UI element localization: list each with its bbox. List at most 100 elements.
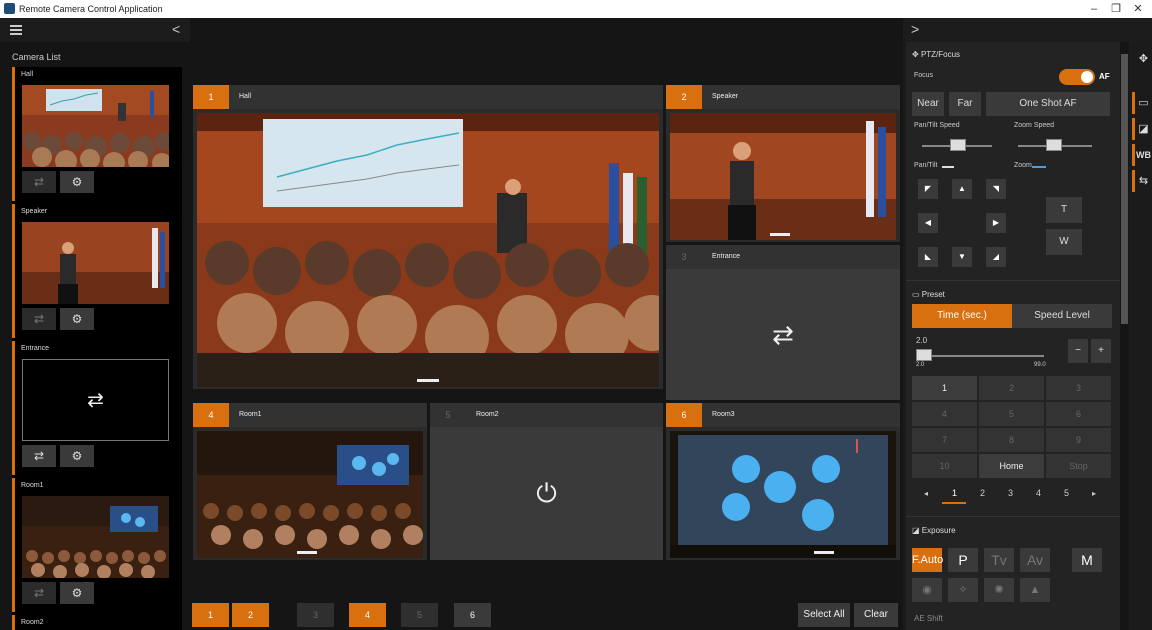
focus-near-button[interactable]: Near — [912, 92, 944, 116]
tile-number[interactable]: 3 — [666, 245, 702, 269]
settings-button[interactable]: ⚙ — [60, 308, 94, 330]
tab-time[interactable]: Time (sec.) — [912, 304, 1012, 328]
page-3[interactable]: 3 — [1008, 488, 1013, 498]
exposure-p-button[interactable]: P — [948, 548, 978, 572]
preset-button-3[interactable]: 3 — [1046, 376, 1111, 400]
camera-tile-room3[interactable]: 6 Room3 — [666, 403, 900, 560]
layout-button-2[interactable]: 2 — [232, 603, 269, 627]
preset-button-1[interactable]: 1 — [912, 376, 977, 400]
tilt-up-button[interactable]: ▲ — [952, 179, 972, 199]
preset-stop-button[interactable]: Stop — [1046, 454, 1111, 478]
page-4[interactable]: 4 — [1036, 488, 1041, 498]
preset-home-button[interactable]: Home — [979, 454, 1044, 478]
side-tab-wb[interactable]: WB — [1132, 144, 1152, 166]
tile-number[interactable]: 5 — [430, 403, 466, 427]
camera-tile-entrance[interactable]: 3 Entrance ⇄ — [666, 245, 900, 400]
layout-button-6[interactable]: 6 — [454, 603, 491, 627]
exposure-fauto-button[interactable]: F.Auto — [912, 548, 943, 572]
scene-auto-icon[interactable]: ▲ — [1020, 578, 1050, 602]
camera-feed[interactable] — [670, 431, 896, 558]
time-slider[interactable] — [916, 355, 1044, 357]
exposure-m-button[interactable]: M — [1072, 548, 1102, 572]
af-toggle[interactable] — [1059, 69, 1095, 85]
close-button[interactable]: ✕ — [1128, 2, 1148, 16]
preset-button-6[interactable]: 6 — [1046, 402, 1111, 426]
tile-number[interactable]: 1 — [193, 85, 229, 109]
scrollbar-thumb[interactable] — [1121, 54, 1128, 324]
page-5[interactable]: 5 — [1064, 488, 1069, 498]
camera-feed[interactable]: ⏻ — [430, 427, 663, 560]
scene-portrait-icon[interactable]: ◉ — [912, 578, 942, 602]
camera-feed[interactable]: ⇄ — [666, 269, 900, 400]
exposure-av-button[interactable]: Av — [1020, 548, 1050, 572]
camera-tile-hall[interactable]: 1 Hall — [193, 85, 663, 389]
page-next-icon[interactable]: ▸ — [1092, 489, 1096, 498]
camera-item-room2[interactable]: Room2 — [12, 615, 182, 630]
power-icon[interactable]: ⏻ — [536, 478, 557, 510]
camera-thumbnail[interactable] — [22, 222, 169, 304]
side-tab-exposure-icon[interactable]: ◪ — [1132, 118, 1152, 140]
menu-icon[interactable] — [10, 25, 22, 35]
camera-item-hall[interactable]: Hall ⇄ ⚙ — [12, 67, 182, 201]
tile-number[interactable]: 4 — [193, 403, 229, 427]
preset-button-7[interactable]: 7 — [912, 428, 977, 452]
layout-button-4[interactable]: 4 — [349, 603, 386, 627]
preset-button-5[interactable]: 5 — [979, 402, 1044, 426]
pan-left-button[interactable]: ◀ — [918, 213, 938, 233]
zoom-speed-knob[interactable] — [1046, 139, 1062, 151]
tilt-down-button[interactable]: ▼ — [952, 247, 972, 267]
side-tab-ptz-icon[interactable]: ✥ — [1132, 48, 1152, 70]
settings-button[interactable]: ⚙ — [60, 171, 94, 193]
scene-sports-icon[interactable]: ✧ — [948, 578, 978, 602]
camera-feed[interactable] — [670, 113, 896, 240]
camera-feed[interactable] — [197, 431, 423, 558]
preset-button-4[interactable]: 4 — [912, 402, 977, 426]
zoom-tele-button[interactable]: T — [1046, 197, 1082, 223]
select-all-button[interactable]: Select All — [798, 603, 850, 627]
preset-button-8[interactable]: 8 — [979, 428, 1044, 452]
expand-right-icon[interactable]: > — [911, 21, 919, 37]
pan-tilt-speed-knob[interactable] — [950, 139, 966, 151]
preset-button-10[interactable]: 10 — [912, 454, 977, 478]
layout-button-5[interactable]: 5 — [401, 603, 438, 627]
side-tab-scene-icon[interactable]: ⇆ — [1132, 170, 1152, 192]
preset-button-2[interactable]: 2 — [979, 376, 1044, 400]
pan-right-button[interactable]: ▶ — [986, 213, 1006, 233]
time-minus-button[interactable]: − — [1068, 339, 1088, 363]
tile-number[interactable]: 6 — [666, 403, 702, 427]
preset-button-9[interactable]: 9 — [1046, 428, 1111, 452]
time-slider-knob[interactable] — [916, 349, 932, 361]
camera-feed[interactable] — [197, 113, 659, 387]
tab-speed-level[interactable]: Speed Level — [1012, 304, 1112, 328]
clear-button[interactable]: Clear — [854, 603, 898, 627]
layout-button-1[interactable]: 1 — [192, 603, 229, 627]
page-prev-icon[interactable]: ◂ — [924, 489, 928, 498]
scene-night-icon[interactable]: ✺ — [984, 578, 1014, 602]
pan-down-left-button[interactable]: ◣ — [918, 247, 938, 267]
one-shot-af-button[interactable]: One Shot AF — [986, 92, 1110, 116]
page-1[interactable]: 1 — [952, 488, 957, 498]
control-scrollbar[interactable] — [1120, 42, 1129, 630]
settings-button[interactable]: ⚙ — [60, 445, 94, 467]
focus-far-button[interactable]: Far — [949, 92, 981, 116]
zoom-wide-button[interactable]: W — [1046, 229, 1082, 255]
pan-down-right-button[interactable]: ◢ — [986, 247, 1006, 267]
swap-button[interactable]: ⇄ — [22, 308, 56, 330]
swap-button[interactable]: ⇄ — [22, 171, 56, 193]
exposure-tv-button[interactable]: Tv — [984, 548, 1014, 572]
pan-up-right-button[interactable]: ◥ — [986, 179, 1006, 199]
page-2[interactable]: 2 — [980, 488, 985, 498]
camera-item-room1[interactable]: Room1 ⇄ ⚙ — [12, 478, 182, 612]
camera-tile-speaker[interactable]: 2 Speaker — [666, 85, 900, 242]
swap-button[interactable]: ⇄ — [22, 445, 56, 467]
layout-button-3[interactable]: 3 — [297, 603, 334, 627]
settings-button[interactable]: ⚙ — [60, 582, 94, 604]
collapse-left-icon[interactable]: < — [172, 21, 180, 37]
camera-tile-room1[interactable]: 4 Room1 — [193, 403, 427, 560]
time-plus-button[interactable]: + — [1091, 339, 1111, 363]
pan-up-left-button[interactable]: ◤ — [918, 179, 938, 199]
tile-number[interactable]: 2 — [666, 85, 702, 109]
swap-button[interactable]: ⇄ — [22, 582, 56, 604]
camera-thumbnail[interactable] — [22, 85, 169, 167]
camera-item-entrance[interactable]: Entrance ⇄ ⇄ ⚙ — [12, 341, 182, 475]
